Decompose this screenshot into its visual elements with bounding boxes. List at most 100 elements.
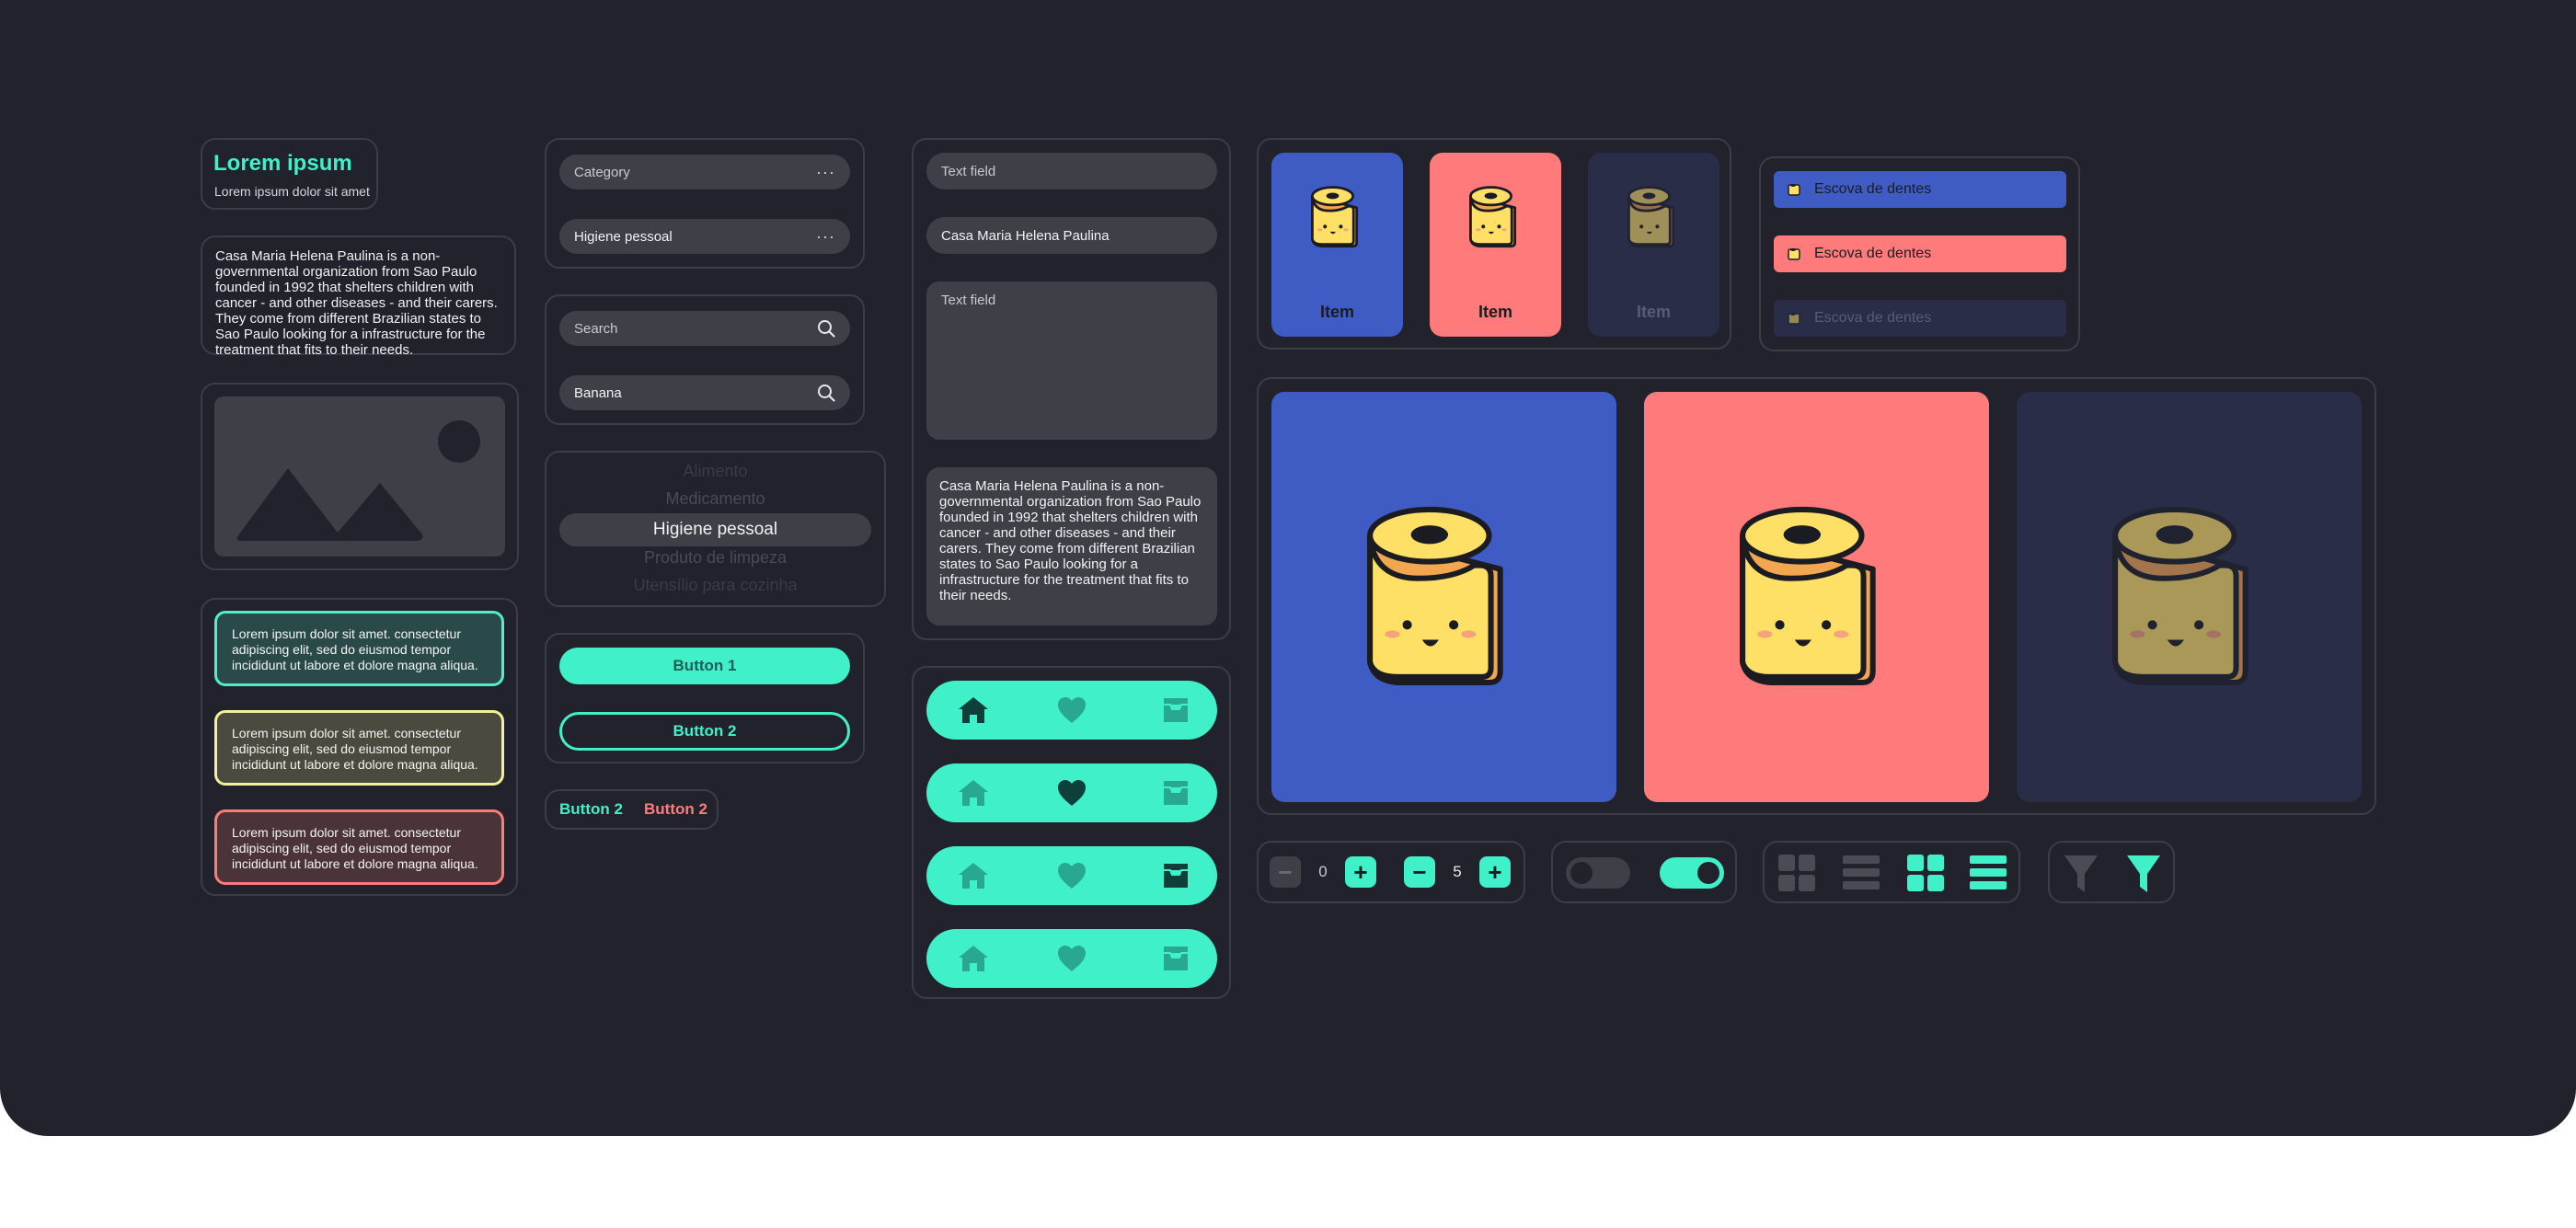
text-area-value: Casa Maria Helena Paulina is a non-gover… [939,478,1202,603]
grid-icon[interactable] [1906,854,1945,892]
alert-error: Lorem ipsum dolor sit amet. consectetur … [214,809,504,885]
category-dropdown-label: Category [574,164,630,180]
inbox-icon[interactable] [1160,695,1191,725]
list-item-blue[interactable]: Escova de dentes [1774,171,2066,208]
picker-item[interactable]: Produto de limpeza [546,548,884,568]
minus-button[interactable]: − [1270,856,1301,888]
more-icon[interactable]: ··· [816,164,835,180]
text-field-placeholder: Text field [941,163,996,179]
item-card-blue[interactable]: Item [1271,153,1403,337]
inbox-icon[interactable] [1160,944,1191,973]
text-field[interactable]: Text field [926,153,1217,189]
alert-success: Lorem ipsum dolor sit amet. consectetur … [214,611,504,686]
toggle-knob [1697,862,1719,884]
toilet-paper-icon [1788,313,1800,325]
picker-selected-label: Higiene pessoal [652,520,778,539]
alerts-card: Lorem ipsum dolor sit amet. consectetur … [201,598,518,896]
image-card [201,383,519,570]
title-card: Lorem ipsum Lorem ipsum dolor sit amet [201,138,378,210]
picker-card: Alimento Medicamento Higiene pessoal Pro… [545,451,886,607]
search-input[interactable]: Search [559,311,850,346]
minus-button[interactable]: − [1404,856,1435,888]
grid-icon[interactable] [1777,854,1816,892]
large-card-disabled[interactable] [2017,392,2362,802]
picker-item[interactable]: Utensílio para cozinha [546,576,884,595]
large-card-red[interactable] [1644,392,1989,802]
description-card: Casa Maria Helena Paulina is a non-gover… [201,235,516,358]
list-icon[interactable] [1842,854,1880,892]
toilet-paper-icon [1627,186,1674,248]
plus-button[interactable]: + [1479,856,1511,888]
tab-bar-home [926,681,1217,740]
filter-icon[interactable] [2063,854,2099,894]
view-toggles-card [1763,841,2020,903]
toggle-off[interactable] [1566,857,1630,889]
toilet-paper-icon [1788,184,1800,196]
image-placeholder [214,396,505,557]
inbox-icon[interactable] [1160,861,1191,890]
text-button-red[interactable]: Button 2 [644,800,707,819]
toilet-paper-icon [1739,506,1876,686]
search-input-filled[interactable]: Banana [559,375,850,410]
text-area[interactable]: Text field [926,281,1217,440]
text-area-filled[interactable]: Casa Maria Helena Paulina is a non-gover… [926,467,1217,625]
toilet-paper-icon [1468,186,1516,248]
tab-bar-inbox [926,846,1217,905]
text-buttons-card: Button 2 Button 2 [545,789,719,830]
filter-icon-active[interactable] [2125,854,2162,894]
textfields-card: Text field Casa Maria Helena Paulina Tex… [912,138,1231,640]
stepper-value: 5 [1453,863,1462,880]
item-card-label: Item [1319,303,1354,321]
alert-warning: Lorem ipsum dolor sit amet. consectetur … [214,710,504,786]
more-icon[interactable]: ··· [816,228,835,245]
list-item-label: Escova de dentes [1814,246,1932,261]
item-card-disabled[interactable]: Item [1588,153,1719,337]
page-title: Lorem ipsum [213,151,352,176]
search-placeholder: Search [574,320,618,337]
home-icon[interactable] [958,778,989,808]
list-item-label: Escova de dentes [1814,181,1932,197]
large-card-blue[interactable] [1271,392,1616,802]
home-icon[interactable] [958,861,989,890]
category-dropdown-filled[interactable]: Higiene pessoal ··· [559,219,850,254]
heart-icon[interactable] [1056,778,1087,808]
heart-icon[interactable] [1056,861,1087,890]
toggle-on[interactable] [1660,857,1724,889]
toilet-paper-icon [1310,186,1358,248]
item-card-red[interactable]: Item [1430,153,1561,337]
text-button-teal[interactable]: Button 2 [559,800,623,819]
search-card: Search Banana [545,294,865,425]
steppers-card: − 0 + − 5 + [1257,841,1525,903]
text-area-placeholder: Text field [941,293,996,308]
list-item-red[interactable]: Escova de dentes [1774,235,2066,272]
image-icon [236,420,480,541]
list-item-disabled[interactable]: Escova de dentes [1774,300,2066,337]
primary-button[interactable]: Button 1 [559,648,850,684]
text-field-filled[interactable]: Casa Maria Helena Paulina [926,217,1217,254]
picker-item[interactable]: Alimento [546,462,884,481]
toggles-card [1551,841,1737,903]
category-dropdown-value: Higiene pessoal [574,228,673,245]
picker-item[interactable]: Medicamento [546,489,884,509]
toilet-paper-icon [1788,248,1800,260]
home-icon[interactable] [958,695,989,725]
plus-button[interactable]: + [1345,856,1376,888]
list-icon[interactable] [1969,854,2007,892]
filters-card [2048,841,2175,903]
page-subtitle: Lorem ipsum dolor sit amet [214,184,370,199]
category-dropdown[interactable]: Category ··· [559,155,850,189]
heart-icon[interactable] [1056,944,1087,973]
home-icon[interactable] [958,944,989,973]
dropdowns-card: Category ··· Higiene pessoal ··· [545,138,865,269]
heart-icon[interactable] [1056,695,1087,725]
item-card-label: Item [1636,303,1671,321]
search-icon[interactable] [817,384,835,402]
inbox-icon[interactable] [1160,778,1191,808]
item-card-label: Item [1478,303,1512,321]
outline-button[interactable]: Button 2 [559,712,850,751]
search-value: Banana [574,384,622,401]
toilet-paper-icon [1366,506,1503,686]
search-icon[interactable] [817,319,835,338]
toggle-knob [1570,862,1593,884]
list-item-label: Escova de dentes [1814,310,1932,326]
